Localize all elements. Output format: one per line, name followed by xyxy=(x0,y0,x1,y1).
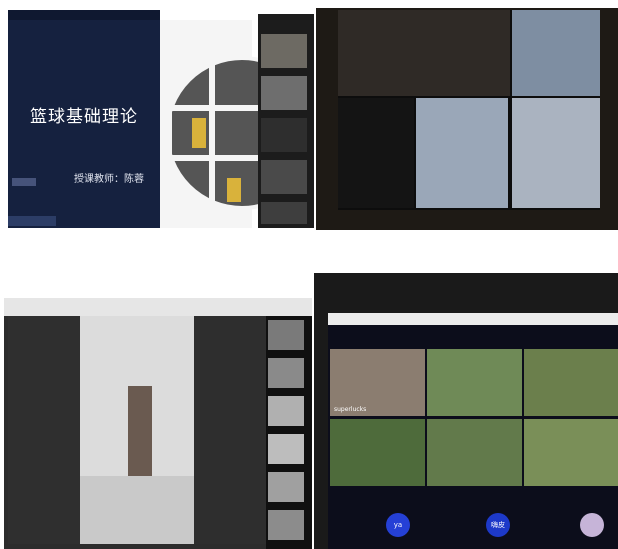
video-tile[interactable] xyxy=(261,34,307,68)
video-tile[interactable] xyxy=(330,419,425,486)
slide-teacher: 授课教师：陈蓉 xyxy=(74,174,144,185)
video-tile[interactable] xyxy=(416,98,508,208)
participant-avatar[interactable]: 嗨皮 xyxy=(486,513,510,537)
video-sidebar xyxy=(258,14,314,228)
slide-toolbar xyxy=(8,10,160,20)
window-titlebar xyxy=(328,313,618,325)
video-tile[interactable] xyxy=(261,202,307,224)
corridor-scene xyxy=(8,316,266,544)
participant-name: superlucks xyxy=(334,406,367,413)
basketball-illustration xyxy=(172,48,268,218)
class-grid-panel: superlucks ya 嗨皮 xyxy=(314,273,618,549)
slide-panel: 篮球基础理论 授课教师：陈蓉 xyxy=(8,10,314,228)
video-tile[interactable] xyxy=(524,349,618,416)
video-grid-panel xyxy=(316,8,618,230)
video-tile[interactable]: superlucks xyxy=(330,349,425,416)
main-video[interactable] xyxy=(8,316,266,544)
slide-title: 篮球基础理论 xyxy=(30,107,138,127)
single-video-panel xyxy=(4,298,312,549)
video-tile[interactable] xyxy=(524,419,618,486)
video-tile[interactable] xyxy=(268,320,304,350)
video-tile[interactable] xyxy=(512,10,600,96)
video-tile[interactable] xyxy=(268,472,304,502)
video-tile[interactable] xyxy=(512,98,600,208)
video-tile[interactable] xyxy=(338,10,510,96)
video-tile[interactable] xyxy=(427,349,522,416)
video-tile[interactable] xyxy=(268,396,304,426)
participant-avatar[interactable]: ya xyxy=(386,513,410,537)
presentation-slide: 篮球基础理论 授课教师：陈蓉 xyxy=(8,10,160,228)
video-tile[interactable] xyxy=(427,419,522,486)
slide-control[interactable] xyxy=(12,178,36,186)
video-tile[interactable] xyxy=(261,160,307,194)
video-tile[interactable] xyxy=(261,76,307,110)
video-tile[interactable] xyxy=(261,118,307,152)
participant-sidebar xyxy=(266,316,312,549)
slide-logo xyxy=(8,216,56,226)
video-tile[interactable] xyxy=(268,358,304,388)
video-tile[interactable] xyxy=(338,98,414,208)
video-grid: superlucks ya 嗨皮 xyxy=(328,325,618,549)
window-titlebar xyxy=(4,298,312,316)
monitor-screen xyxy=(338,10,600,210)
video-tile[interactable] xyxy=(268,434,304,464)
video-tile[interactable] xyxy=(268,510,304,540)
slide-illustration xyxy=(160,20,268,228)
participant-avatar[interactable] xyxy=(580,513,604,537)
